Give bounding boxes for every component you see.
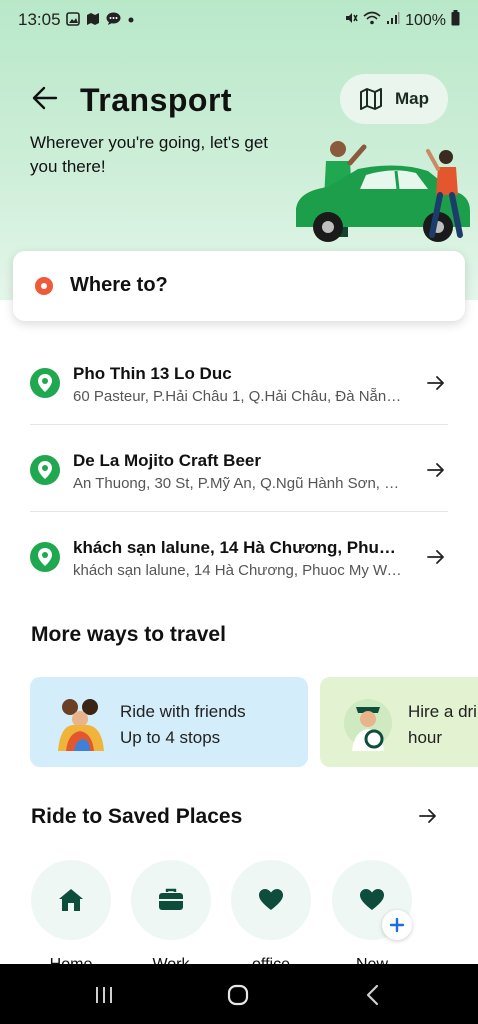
card-title: Ride with friends <box>120 702 246 721</box>
map-button-label: Map <box>395 89 429 108</box>
briefcase-icon <box>159 888 183 910</box>
hire-driver-button[interactable]: Hire a dri hour <box>320 677 478 767</box>
arrow-right-icon <box>427 550 444 564</box>
recent-place-item[interactable]: De La Mojito Craft Beer An Thuong, 30 St… <box>0 449 478 529</box>
add-icon[interactable] <box>382 910 412 940</box>
saved-place-home[interactable]: Home <box>29 860 113 974</box>
back-button[interactable] <box>28 80 62 116</box>
recent-apps-button[interactable] <box>91 982 117 1008</box>
header-subtitle: Wherever you're going, let's get you the… <box>30 133 268 176</box>
chat-icon <box>106 12 121 31</box>
divider <box>30 511 448 512</box>
status-time: 13:05 <box>18 10 61 29</box>
recent-place-item[interactable]: khách sạn lalune, 14 Hà Chương, Phuoc...… <box>0 536 478 616</box>
card-subtitle: Up to 4 stops <box>120 728 221 747</box>
map-button[interactable]: Map <box>340 74 448 124</box>
more-ways-title: More ways to travel <box>31 623 226 646</box>
system-navigation-bar <box>0 964 478 1024</box>
heart-icon <box>360 889 384 910</box>
arrow-right-icon <box>419 809 436 823</box>
recent-apps-icon <box>96 987 112 1003</box>
friends-illustration <box>58 699 104 751</box>
recent-place-item[interactable]: Pho Thin 13 Lo Duc 60 Pasteur, P.Hải Châ… <box>0 362 478 442</box>
saved-places-arrow-button[interactable] <box>408 797 448 835</box>
location-pin-icon[interactable] <box>30 455 60 485</box>
back-arrow-icon <box>32 86 58 110</box>
saved-place-circle <box>332 860 412 940</box>
signal-icon <box>386 11 400 30</box>
car-illustration <box>296 141 470 242</box>
saved-place-work[interactable]: Work <box>129 860 213 974</box>
hire-driver-text: Hire a dri hour <box>408 699 477 751</box>
ride-with-friends-text: Ride with friends Up to 4 stops <box>120 699 246 751</box>
map-icon <box>360 88 382 110</box>
ride-with-friends-button[interactable]: Ride with friends Up to 4 stops <box>30 677 308 767</box>
saved-places-title: Ride to Saved Places <box>31 805 243 828</box>
place-name: De La Mojito Craft Beer <box>73 451 261 470</box>
map-notification-icon <box>86 12 100 31</box>
arrow-right-icon <box>424 455 448 485</box>
where-to-search[interactable]: Where to? <box>13 251 465 321</box>
divider <box>30 424 448 425</box>
dot-icon <box>127 12 135 31</box>
gallery-icon <box>66 12 80 31</box>
origin-dot-icon <box>35 277 53 295</box>
heart-icon <box>259 889 283 910</box>
back-nav-button[interactable] <box>360 982 386 1008</box>
battery-percent: 100% <box>405 11 446 29</box>
saved-place-circle <box>231 860 311 940</box>
status-bar: 13:05 100% <box>0 0 478 40</box>
location-pin-icon[interactable] <box>30 368 60 398</box>
saved-place-new[interactable]: New <box>330 860 414 974</box>
home-button[interactable] <box>225 982 251 1008</box>
home-icon <box>59 889 83 911</box>
where-to-label: Where to? <box>70 274 168 296</box>
page-title: Transport <box>80 82 233 118</box>
card-subtitle: hour <box>408 728 443 747</box>
place-address: 60 Pasteur, P.Hải Châu 1, Q.Hải Châu, Đà… <box>73 388 403 405</box>
saved-place-circle <box>31 860 111 940</box>
arrow-right-button[interactable] <box>424 542 448 572</box>
place-name: khách sạn lalune, 14 Hà Chương, Phuoc... <box>73 538 398 557</box>
home-nav-icon <box>227 984 249 1006</box>
battery-icon <box>451 10 460 31</box>
system-status: 100% <box>344 10 460 31</box>
notification-icons <box>66 12 135 31</box>
place-name: Pho Thin 13 Lo Duc <box>73 364 232 383</box>
place-address: khách sạn lalune, 14 Hà Chương, Phuoc My… <box>73 562 403 579</box>
saved-place-circle <box>131 860 211 940</box>
saved-place-office[interactable]: office <box>229 860 313 974</box>
back-nav-icon <box>366 984 379 1006</box>
place-address: An Thuong, 30 St, P.Mỹ An, Q.Ngũ Hành Sơ… <box>73 475 403 492</box>
driver-illustration <box>344 699 392 751</box>
mute-icon <box>344 11 358 30</box>
location-pin-icon[interactable] <box>30 542 60 572</box>
card-title: Hire a dri <box>408 702 477 721</box>
wifi-icon <box>363 11 381 30</box>
arrow-right-icon <box>424 368 448 398</box>
